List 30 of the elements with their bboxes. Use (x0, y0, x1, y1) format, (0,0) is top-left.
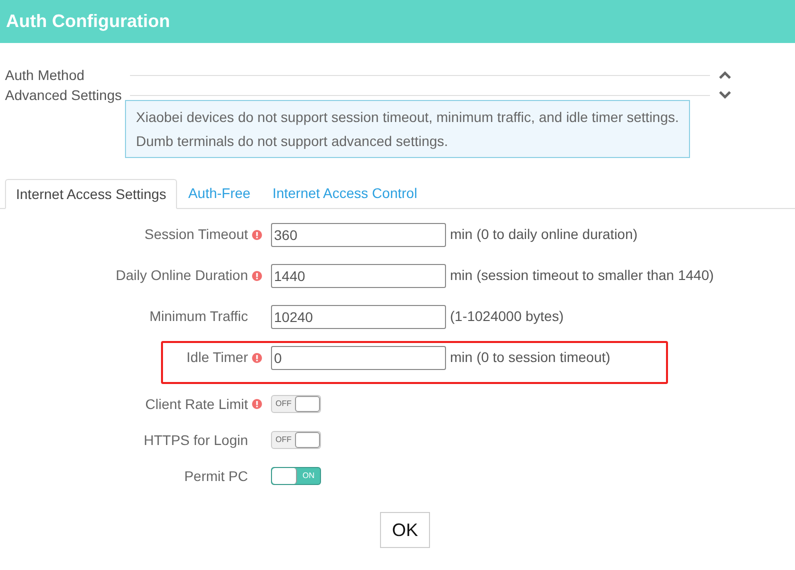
field-label: Session Timeout (144, 225, 248, 244)
text-field[interactable]: 0 (271, 346, 446, 370)
field-label: Client Rate Limit (145, 394, 248, 414)
page-title: Auth Configuration (6, 10, 170, 33)
section-title[interactable]: Advanced Settings (0, 84, 126, 106)
section-title[interactable]: Auth Method (0, 64, 126, 86)
tab[interactable]: Internet Access Settings (5, 179, 178, 209)
field-hint: (1-1024000 bytes) (450, 307, 564, 326)
text-field[interactable]: 1440 (271, 264, 446, 288)
notice-text: Xiaobei devices do not support session timeout, minimum traffic, and idle timer settings. (136, 108, 679, 127)
chevron-up-icon[interactable] (718, 70, 732, 80)
info-icon (252, 352, 262, 362)
field-label: Idle Timer (186, 348, 248, 367)
toggle-switch[interactable]: OFF (271, 431, 321, 449)
field-label: Permit PC (184, 466, 248, 486)
field-hint: min (0 to session timeout) (450, 348, 610, 367)
chevron-down-icon[interactable] (718, 90, 732, 100)
field-hint: min (0 to daily online duration) (450, 225, 638, 244)
info-icon (252, 270, 262, 280)
field-label: Minimum Traffic (149, 307, 248, 326)
text-field[interactable]: 360 (271, 222, 446, 246)
info-icon (252, 399, 262, 409)
notice-text: Dumb terminals do not support advanced settings. (136, 132, 450, 151)
field-hint: min (session timeout to smaller than 1440) (450, 266, 714, 285)
ok-button[interactable]: OK (380, 512, 430, 548)
info-icon (252, 230, 262, 240)
field-label: Daily Online Duration (116, 266, 248, 285)
toggle-switch[interactable]: OFF (271, 395, 321, 413)
text-field[interactable]: 10240 (271, 304, 446, 328)
field-label: HTTPS for Login (144, 430, 248, 450)
